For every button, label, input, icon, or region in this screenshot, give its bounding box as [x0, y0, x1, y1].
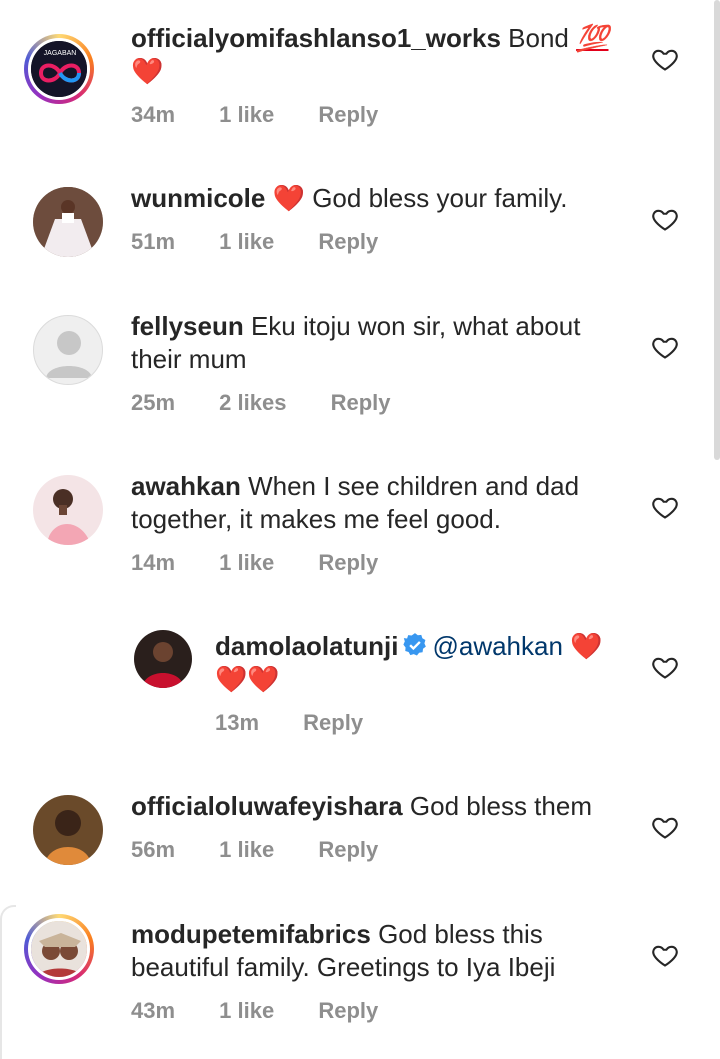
- comment-body-line2: together, it makes me feel good.: [131, 504, 501, 534]
- avatar[interactable]: [33, 315, 103, 385]
- username[interactable]: awahkan: [131, 471, 241, 501]
- timestamp: 34m: [131, 102, 176, 127]
- infinity-logo-icon: JAGABAN: [31, 41, 87, 97]
- fabric-photo-icon: [31, 921, 87, 977]
- like-count[interactable]: 1 like: [219, 550, 274, 575]
- woman-photo-icon: [33, 795, 103, 865]
- like-count[interactable]: 1 like: [219, 102, 274, 127]
- bride-photo-icon: [33, 187, 103, 257]
- comment-body: Bond: [508, 23, 569, 53]
- like-heart-icon[interactable]: [651, 941, 679, 969]
- comment-meta: 13m Reply: [215, 710, 401, 736]
- reply-button[interactable]: Reply: [318, 102, 378, 127]
- red-heart-emoji: ❤️: [131, 56, 164, 86]
- avatar-logo-text: JAGABAN: [44, 50, 77, 57]
- comment-meta: 14m 1 like Reply: [131, 550, 416, 576]
- comment-meta: 34m 1 like Reply: [131, 102, 416, 128]
- comment-body: God bless this: [378, 919, 543, 949]
- comment-text: wunmicole ❤️ God bless your family.: [131, 182, 567, 215]
- avatar[interactable]: [33, 475, 103, 545]
- panel-edge: [0, 905, 16, 1059]
- like-count[interactable]: 1 like: [219, 837, 274, 862]
- avatar[interactable]: JAGABAN: [24, 34, 94, 104]
- hundred-emoji: 💯: [576, 23, 609, 53]
- like-heart-icon[interactable]: [651, 813, 679, 841]
- like-count[interactable]: 1 like: [219, 229, 274, 254]
- timestamp: 43m: [131, 998, 176, 1023]
- reply-button[interactable]: Reply: [318, 837, 378, 862]
- avatar[interactable]: [24, 914, 94, 984]
- like-heart-icon[interactable]: [651, 333, 679, 361]
- avatar[interactable]: [33, 795, 103, 865]
- red-heart-emoji: ❤️: [272, 183, 305, 213]
- comment-body: God bless them: [409, 791, 592, 821]
- timestamp: 13m: [215, 710, 260, 735]
- reply-button[interactable]: Reply: [318, 998, 378, 1023]
- man-photo-icon: [134, 630, 192, 688]
- avatar[interactable]: [134, 630, 192, 688]
- scrollbar[interactable]: [714, 0, 720, 460]
- username[interactable]: wunmicole: [131, 183, 265, 213]
- comment-body: When I see children and dad: [248, 471, 580, 501]
- comment-body-line2: beautiful family. Greetings to Iya Ibeji: [131, 952, 556, 982]
- comment-meta: 25m 2 likes Reply: [131, 390, 429, 416]
- reply-button[interactable]: Reply: [331, 390, 391, 415]
- comment-body: God bless your family.: [312, 183, 568, 213]
- comment-text: modupetemifabrics God bless this beautif…: [131, 918, 555, 984]
- comment-text: awahkan When I see children and dad toge…: [131, 470, 579, 536]
- red-heart-emoji: ❤️: [570, 631, 603, 661]
- like-count[interactable]: 1 like: [219, 998, 274, 1023]
- timestamp: 14m: [131, 550, 176, 575]
- comment-text: fellyseun Eku itoju won sir, what about …: [131, 310, 580, 376]
- username[interactable]: modupetemifabrics: [131, 919, 371, 949]
- timestamp: 25m: [131, 390, 176, 415]
- red-hearts-emoji: ❤️❤️: [215, 664, 280, 694]
- timestamp: 51m: [131, 229, 176, 254]
- comment-meta: 43m 1 like Reply: [131, 998, 416, 1024]
- avatar[interactable]: [33, 187, 103, 257]
- username[interactable]: damolaolatunji: [215, 631, 398, 661]
- like-count[interactable]: 2 likes: [219, 390, 286, 415]
- username[interactable]: officialyomifashlanso1_works: [131, 23, 501, 53]
- comment-text: officialyomifashlanso1_works Bond 💯 ❤️: [131, 22, 608, 88]
- comment-body-line2: their mum: [131, 344, 247, 374]
- verified-badge-icon: [403, 633, 427, 656]
- comment-meta: 56m 1 like Reply: [131, 837, 416, 863]
- mention-link[interactable]: @awahkan: [432, 631, 562, 661]
- username[interactable]: fellyseun: [131, 311, 244, 341]
- timestamp: 56m: [131, 837, 176, 862]
- reply-button[interactable]: Reply: [318, 550, 378, 575]
- like-heart-icon[interactable]: [651, 45, 679, 73]
- reply-button[interactable]: Reply: [318, 229, 378, 254]
- comment-text: damolaolatunji @awahkan ❤️ ❤️❤️: [215, 630, 603, 696]
- like-heart-icon[interactable]: [651, 493, 679, 521]
- default-user-icon: [46, 331, 92, 378]
- woman-photo-icon: [33, 475, 103, 545]
- comment-body: Eku itoju won sir, what about: [250, 311, 581, 341]
- like-heart-icon[interactable]: [651, 205, 679, 233]
- username[interactable]: officialoluwafeyishara: [131, 791, 403, 821]
- like-heart-icon[interactable]: [651, 653, 679, 681]
- comment-text: officialoluwafeyishara God bless them: [131, 790, 592, 823]
- reply-button[interactable]: Reply: [303, 710, 363, 735]
- comment-meta: 51m 1 like Reply: [131, 229, 416, 255]
